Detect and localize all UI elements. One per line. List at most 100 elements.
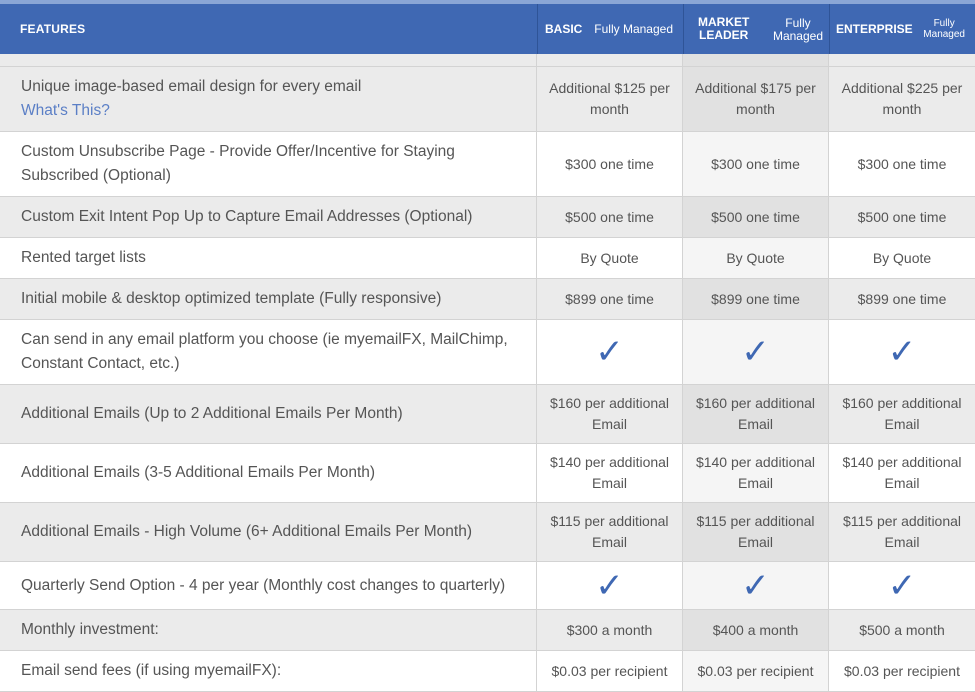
price-value: $140 per additional Email [695,454,816,491]
value-cell: ✓ [829,562,975,609]
table-row: Custom Exit Intent Pop Up to Capture Ema… [0,197,975,238]
value-cell: Additional $175 per month [683,67,829,131]
plan-name: BASIC [545,21,583,36]
value-cell: $300 one time [537,132,683,196]
value-cell: By Quote [537,238,683,278]
plan-subtitle: Fully Managed [772,16,823,43]
plan-subtitle: Fully Managed [923,18,965,40]
feature-label: Additional Emails - High Volume (6+ Addi… [21,523,473,540]
checkmark-icon: ✓ [887,566,917,605]
feature-label: Rented target lists [21,249,146,266]
feature-cell: Additional Emails (Up to 2 Additional Em… [0,385,537,443]
feature-cell: Custom Exit Intent Pop Up to Capture Ema… [0,197,537,237]
price-value: $115 per additional Email [696,513,815,550]
feature-cell: Custom Unsubscribe Page - Provide Offer/… [0,132,537,196]
price-value: $899 one time [711,290,800,307]
value-cell: $500 one time [829,197,975,237]
price-value: $899 one time [857,290,947,307]
feature-cell: Unique image-based email design for ever… [0,67,537,131]
price-value: $500 one time [857,208,947,225]
value-cell: $160 per additional Email [829,385,975,443]
feature-cell: Additional Emails (3-5 Additional Emails… [0,444,537,502]
table-row: Additional Emails (Up to 2 Additional Em… [0,385,975,444]
feature-label: Custom Exit Intent Pop Up to Capture Ema… [21,208,473,225]
price-value: $140 per additional Email [549,454,670,491]
price-value: $300 a month [566,621,653,638]
price-value: By Quote [726,249,785,266]
value-cell: $300 a month [537,610,683,650]
checkmark-icon: ✓ [595,333,624,371]
feature-label: Can send in any email platform you choos… [21,331,508,372]
price-value: $500 one time [565,208,654,225]
feature-cell: Email send fees (if using myemailFX): [0,651,537,691]
price-value: $0.03 per recipient [844,662,960,679]
plan-name: MARKET LEADER [698,15,750,42]
price-value: $300 one time [711,155,800,172]
plan-subtitle: Fully Managed [594,21,673,36]
table-row: Monthly investment: $300 a month $400 a mo… [0,610,975,651]
feature-label: Additional Emails (3-5 Additional Emails… [21,464,376,481]
table-row: Rented target lists By Quote By Quote By Qu… [0,238,975,279]
value-cell: Additional $225 per month [829,67,975,131]
value-cell: $899 one time [683,279,829,319]
price-value: $160 per additional Email [695,395,816,432]
price-value: $0.03 per recipient [551,662,668,679]
value-cell: By Quote [829,238,975,278]
whats-this-link[interactable]: What's This? [21,99,526,123]
value-cell: $500 a month [829,610,975,650]
table-row: Unique image-based email design for ever… [0,67,975,132]
features-header: FEATURES [20,22,86,36]
value-cell: $115 per additional Email [537,503,683,561]
table-row: Can send in any email platform you choos… [0,320,975,385]
price-value: By Quote [580,249,639,266]
price-value: $160 per additional Email [549,395,670,432]
value-cell: $0.03 per recipient [537,651,683,691]
value-cell: By Quote [683,238,829,278]
price-value: Additional $225 per month [841,80,963,117]
plan-header-enterprise: ENTERPRISE Fully Managed [829,4,975,54]
value-cell: $115 per additional Email [829,503,975,561]
price-value: $115 per additional Email [550,513,669,550]
price-value: $300 one time [857,155,947,172]
table-row: Initial mobile & desktop optimized templ… [0,279,975,320]
checkmark-icon: ✓ [595,566,624,605]
price-value: $0.03 per recipient [697,662,814,679]
price-value: $300 one time [565,155,654,172]
value-cell: $500 one time [683,197,829,237]
feature-label: Quarterly Send Option - 4 per year (Mont… [21,576,506,594]
price-value: $400 a month [712,621,799,638]
value-cell: $500 one time [537,197,683,237]
table-row: Quarterly Send Option - 4 per year (Mont… [0,562,975,610]
value-cell: ✓ [829,320,975,384]
plan-name: ENTERPRISE [836,21,913,36]
value-cell: $160 per additional Email [537,385,683,443]
price-value: $160 per additional Email [842,395,962,432]
feature-cell: Quarterly Send Option - 4 per year (Mont… [0,562,537,609]
feature-cell: Can send in any email platform you choos… [0,320,537,384]
pricing-table: Unique image-based email design for ever… [0,54,975,692]
table-spacer-row [0,54,975,67]
value-cell: $400 a month [683,610,829,650]
value-cell: ✓ [537,320,683,384]
price-value: Additional $175 per month [695,80,816,117]
table-header: FEATURES BASIC Fully Managed MARKET LEAD… [0,4,975,54]
value-cell: $0.03 per recipient [683,651,829,691]
value-cell: $140 per additional Email [537,444,683,502]
value-cell: $899 one time [829,279,975,319]
table-row: Custom Unsubscribe Page - Provide Offer/… [0,132,975,197]
plan-header-market-leader: MARKET LEADER Fully Managed [683,4,829,54]
checkmark-icon: ✓ [741,333,770,371]
price-value: $115 per additional Email [842,513,962,550]
price-value: $500 a month [859,621,945,638]
value-cell: ✓ [537,562,683,609]
value-cell: $300 one time [683,132,829,196]
value-cell: $300 one time [829,132,975,196]
value-cell: ✓ [683,320,829,384]
plan-header-basic: BASIC Fully Managed [537,4,683,54]
value-cell: $899 one time [537,279,683,319]
value-cell: $160 per additional Email [683,385,829,443]
feature-label: Monthly investment: [21,621,159,638]
feature-label: Custom Unsubscribe Page - Provide Offer/… [21,143,455,184]
feature-label: Unique image-based email design for ever… [21,78,362,95]
feature-cell: Initial mobile & desktop optimized templ… [0,279,537,319]
